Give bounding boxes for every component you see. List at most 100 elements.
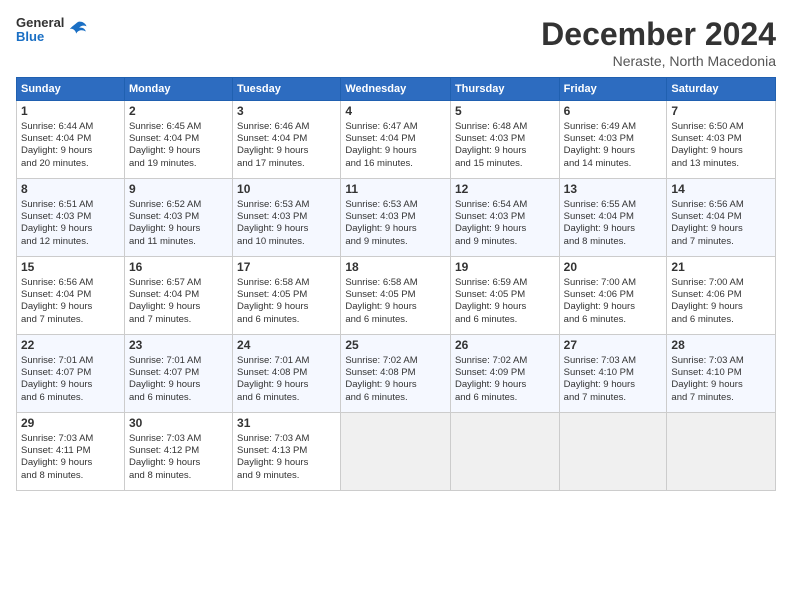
day-info-line: Sunrise: 6:58 AM bbox=[345, 277, 446, 289]
day-info-line: Daylight: 9 hours bbox=[21, 301, 120, 313]
day-info-line: Sunset: 4:03 PM bbox=[671, 133, 771, 145]
day-info-line: Sunset: 4:07 PM bbox=[129, 367, 228, 379]
day-info-line: Sunrise: 6:58 AM bbox=[237, 277, 336, 289]
day-info-line: Sunrise: 6:47 AM bbox=[345, 121, 446, 133]
calendar-cell: 12Sunrise: 6:54 AMSunset: 4:03 PMDayligh… bbox=[450, 179, 559, 257]
day-info-line: and 6 minutes. bbox=[345, 392, 446, 404]
calendar-cell: 19Sunrise: 6:59 AMSunset: 4:05 PMDayligh… bbox=[450, 257, 559, 335]
day-info-line: Sunset: 4:10 PM bbox=[564, 367, 663, 379]
day-info-line: Daylight: 9 hours bbox=[237, 301, 336, 313]
day-info-line: Sunset: 4:03 PM bbox=[129, 211, 228, 223]
day-info-line: Sunrise: 7:03 AM bbox=[21, 433, 120, 445]
day-number: 26 bbox=[455, 338, 555, 354]
day-info-line: and 7 minutes. bbox=[564, 392, 663, 404]
calendar-cell: 4Sunrise: 6:47 AMSunset: 4:04 PMDaylight… bbox=[341, 101, 451, 179]
calendar-cell bbox=[667, 413, 776, 491]
weekday-header-monday: Monday bbox=[124, 78, 232, 101]
day-info-line: Daylight: 9 hours bbox=[21, 379, 120, 391]
day-info-line: Daylight: 9 hours bbox=[671, 145, 771, 157]
day-info-line: Sunrise: 7:02 AM bbox=[345, 355, 446, 367]
day-number: 22 bbox=[21, 338, 120, 354]
day-info-line: Sunrise: 6:56 AM bbox=[671, 199, 771, 211]
day-info-line: Daylight: 9 hours bbox=[564, 145, 663, 157]
day-info-line: Daylight: 9 hours bbox=[345, 301, 446, 313]
day-info-line: Sunset: 4:04 PM bbox=[345, 133, 446, 145]
day-info-line: Sunset: 4:05 PM bbox=[345, 289, 446, 301]
title-block: December 2024 Neraste, North Macedonia bbox=[541, 16, 776, 69]
day-info-line: Sunrise: 6:45 AM bbox=[129, 121, 228, 133]
day-info-line: Sunrise: 6:56 AM bbox=[21, 277, 120, 289]
header: General Blue December 2024 Neraste, Nort… bbox=[16, 16, 776, 69]
day-info-line: Sunrise: 6:49 AM bbox=[564, 121, 663, 133]
day-info-line: Sunrise: 6:50 AM bbox=[671, 121, 771, 133]
day-number: 14 bbox=[671, 182, 771, 198]
day-info-line: Sunset: 4:12 PM bbox=[129, 445, 228, 457]
calendar-cell: 16Sunrise: 6:57 AMSunset: 4:04 PMDayligh… bbox=[124, 257, 232, 335]
calendar-cell: 25Sunrise: 7:02 AMSunset: 4:08 PMDayligh… bbox=[341, 335, 451, 413]
day-info-line: Sunrise: 6:48 AM bbox=[455, 121, 555, 133]
day-number: 17 bbox=[237, 260, 336, 276]
day-info-line: Sunrise: 7:01 AM bbox=[237, 355, 336, 367]
day-info-line: and 8 minutes. bbox=[564, 236, 663, 248]
day-info-line: Sunset: 4:10 PM bbox=[671, 367, 771, 379]
day-info-line: and 6 minutes. bbox=[237, 392, 336, 404]
day-info-line: Daylight: 9 hours bbox=[455, 145, 555, 157]
calendar-cell: 10Sunrise: 6:53 AMSunset: 4:03 PMDayligh… bbox=[233, 179, 341, 257]
day-number: 8 bbox=[21, 182, 120, 198]
calendar-cell: 27Sunrise: 7:03 AMSunset: 4:10 PMDayligh… bbox=[559, 335, 667, 413]
day-info-line: Sunset: 4:04 PM bbox=[671, 211, 771, 223]
day-info-line: Sunrise: 6:52 AM bbox=[129, 199, 228, 211]
day-number: 25 bbox=[345, 338, 446, 354]
day-info-line: and 8 minutes. bbox=[21, 470, 120, 482]
day-number: 21 bbox=[671, 260, 771, 276]
day-number: 6 bbox=[564, 104, 663, 120]
day-info-line: Sunset: 4:04 PM bbox=[21, 289, 120, 301]
day-info-line: Sunrise: 6:46 AM bbox=[237, 121, 336, 133]
day-info-line: and 19 minutes. bbox=[129, 158, 228, 170]
weekday-header-row: SundayMondayTuesdayWednesdayThursdayFrid… bbox=[17, 78, 776, 101]
day-info-line: Sunset: 4:05 PM bbox=[455, 289, 555, 301]
day-info-line: and 8 minutes. bbox=[129, 470, 228, 482]
day-info-line: Sunrise: 6:44 AM bbox=[21, 121, 120, 133]
calendar-cell: 30Sunrise: 7:03 AMSunset: 4:12 PMDayligh… bbox=[124, 413, 232, 491]
day-info-line: Daylight: 9 hours bbox=[455, 379, 555, 391]
calendar-cell: 8Sunrise: 6:51 AMSunset: 4:03 PMDaylight… bbox=[17, 179, 125, 257]
calendar-cell: 9Sunrise: 6:52 AMSunset: 4:03 PMDaylight… bbox=[124, 179, 232, 257]
weekday-header-wednesday: Wednesday bbox=[341, 78, 451, 101]
calendar-week-row: 22Sunrise: 7:01 AMSunset: 4:07 PMDayligh… bbox=[17, 335, 776, 413]
calendar-cell: 18Sunrise: 6:58 AMSunset: 4:05 PMDayligh… bbox=[341, 257, 451, 335]
day-info-line: Daylight: 9 hours bbox=[564, 223, 663, 235]
day-number: 4 bbox=[345, 104, 446, 120]
day-info-line: Daylight: 9 hours bbox=[21, 223, 120, 235]
day-info-line: and 10 minutes. bbox=[237, 236, 336, 248]
calendar-cell: 7Sunrise: 6:50 AMSunset: 4:03 PMDaylight… bbox=[667, 101, 776, 179]
day-info-line: and 7 minutes. bbox=[21, 314, 120, 326]
day-info-line: Sunrise: 6:54 AM bbox=[455, 199, 555, 211]
day-info-line: Sunset: 4:03 PM bbox=[237, 211, 336, 223]
day-info-line: Daylight: 9 hours bbox=[237, 223, 336, 235]
logo-bird-icon bbox=[66, 19, 88, 41]
calendar-table: SundayMondayTuesdayWednesdayThursdayFrid… bbox=[16, 77, 776, 491]
day-info-line: Daylight: 9 hours bbox=[564, 301, 663, 313]
day-info-line: Sunset: 4:05 PM bbox=[237, 289, 336, 301]
month-title: December 2024 bbox=[541, 16, 776, 53]
day-info-line: and 7 minutes. bbox=[129, 314, 228, 326]
page-container: General Blue December 2024 Neraste, Nort… bbox=[0, 0, 792, 499]
day-info-line: Sunset: 4:04 PM bbox=[129, 289, 228, 301]
day-info-line: Sunrise: 7:01 AM bbox=[129, 355, 228, 367]
day-info-line: Sunset: 4:09 PM bbox=[455, 367, 555, 379]
day-info-line: Daylight: 9 hours bbox=[129, 301, 228, 313]
day-info-line: Daylight: 9 hours bbox=[237, 145, 336, 157]
day-info-line: Sunset: 4:06 PM bbox=[564, 289, 663, 301]
day-info-line: Sunset: 4:08 PM bbox=[345, 367, 446, 379]
calendar-cell: 23Sunrise: 7:01 AMSunset: 4:07 PMDayligh… bbox=[124, 335, 232, 413]
day-info-line: and 16 minutes. bbox=[345, 158, 446, 170]
day-info-line: Daylight: 9 hours bbox=[129, 223, 228, 235]
day-info-line: Daylight: 9 hours bbox=[671, 223, 771, 235]
day-info-line: Daylight: 9 hours bbox=[671, 301, 771, 313]
day-number: 30 bbox=[129, 416, 228, 432]
day-info-line: Sunset: 4:03 PM bbox=[564, 133, 663, 145]
calendar-cell: 31Sunrise: 7:03 AMSunset: 4:13 PMDayligh… bbox=[233, 413, 341, 491]
day-info-line: Sunrise: 6:53 AM bbox=[237, 199, 336, 211]
weekday-header-friday: Friday bbox=[559, 78, 667, 101]
